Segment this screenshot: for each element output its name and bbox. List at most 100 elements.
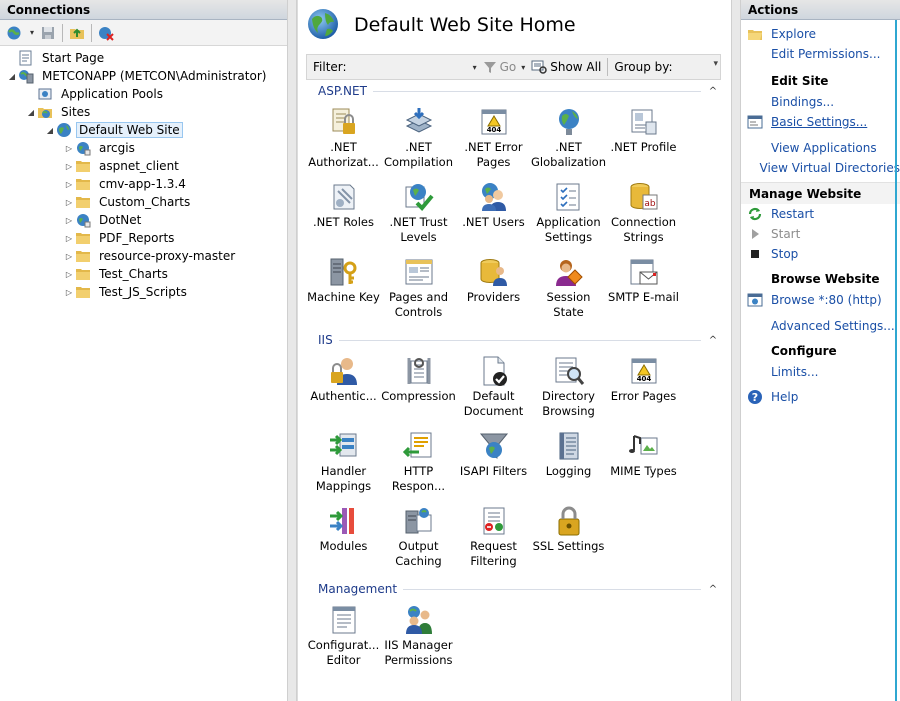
- start-link[interactable]: Start: [771, 227, 800, 241]
- feature-item[interactable]: .NET Compilation: [381, 102, 456, 175]
- browse-80-action[interactable]: Browse *:80 (http): [741, 290, 900, 310]
- feature-item[interactable]: MIME Types: [606, 426, 681, 499]
- feature-item[interactable]: .NET Trust Levels: [381, 177, 456, 250]
- connect-globe-icon[interactable]: [4, 23, 24, 43]
- feature-item[interactable]: SMTP E-mail: [606, 252, 681, 325]
- stop-action[interactable]: Stop: [741, 244, 900, 264]
- explore-action[interactable]: Explore: [741, 24, 900, 44]
- feature-item[interactable]: Authentic...: [306, 351, 381, 424]
- edit-permissions-action[interactable]: Edit Permissions...: [741, 44, 900, 64]
- tree-node[interactable]: ▷ aspnet_client: [0, 157, 287, 175]
- feature-item[interactable]: Directory Browsing: [531, 351, 606, 424]
- browse-80-link[interactable]: Browse *:80 (http): [771, 293, 882, 307]
- start-action[interactable]: Start: [741, 224, 900, 244]
- connect-dropdown-icon[interactable]: ▾: [30, 28, 34, 37]
- limits-action[interactable]: Limits...: [741, 362, 900, 382]
- basic-settings-link[interactable]: Basic Settings...: [771, 115, 867, 129]
- collapse-icon[interactable]: ^: [705, 584, 721, 595]
- feature-item[interactable]: Machine Key: [306, 252, 381, 325]
- tree-node[interactable]: ▷ PDF_Reports: [0, 229, 287, 247]
- tree-node[interactable]: ◢ METCONAPP (METCON\Administrator): [0, 67, 287, 85]
- view-virtual-directories-action[interactable]: View Virtual Directories: [741, 158, 900, 178]
- tree-node[interactable]: ◢ Default Web Site: [0, 121, 287, 139]
- tree-node[interactable]: Start Page: [0, 49, 287, 67]
- group-by-button[interactable]: Group by:: [614, 60, 672, 74]
- tree-node[interactable]: ▷ resource-proxy-master: [0, 247, 287, 265]
- expand-icon[interactable]: ▷: [63, 162, 75, 171]
- go-dropdown-icon[interactable]: ▾: [521, 63, 525, 72]
- feature-item[interactable]: Request Filtering: [456, 501, 531, 574]
- tree-node[interactable]: ◢ Sites: [0, 103, 287, 121]
- expand-icon[interactable]: ▷: [63, 198, 75, 207]
- collapse-icon[interactable]: ◢: [6, 72, 18, 81]
- left-splitter[interactable]: [287, 0, 297, 701]
- feature-item[interactable]: Pages and Controls: [381, 252, 456, 325]
- tree-node[interactable]: ▷ Custom_Charts: [0, 193, 287, 211]
- collapse-icon[interactable]: ◢: [44, 126, 56, 135]
- expand-icon[interactable]: ▷: [63, 180, 75, 189]
- feature-item[interactable]: Configurat... Editor: [306, 600, 381, 673]
- stop-link[interactable]: Stop: [771, 247, 798, 261]
- expand-icon[interactable]: ▷: [63, 234, 75, 243]
- tree-node[interactable]: ▷ Test_JS_Scripts: [0, 283, 287, 301]
- tree-node[interactable]: ▷ cmv-app-1.3.4: [0, 175, 287, 193]
- feature-item[interactable]: IIS Manager Permissions: [381, 600, 456, 673]
- feature-item[interactable]: .NET Authorizat...: [306, 102, 381, 175]
- show-all-button[interactable]: Show All: [531, 60, 601, 74]
- bindings-action[interactable]: Bindings...: [741, 92, 900, 112]
- feature-item[interactable]: ab Connection Strings: [606, 177, 681, 250]
- collapse-icon[interactable]: ◢: [25, 108, 37, 117]
- view-applications-link[interactable]: View Applications: [771, 141, 877, 155]
- feature-item[interactable]: Providers: [456, 252, 531, 325]
- expand-icon[interactable]: ▷: [63, 252, 75, 261]
- tree-node[interactable]: ▷ Test_Charts: [0, 265, 287, 283]
- feature-item[interactable]: Application Settings: [531, 177, 606, 250]
- up-folder-icon[interactable]: [67, 23, 87, 43]
- go-button[interactable]: Go ▾: [483, 60, 525, 74]
- feature-item[interactable]: Default Document: [456, 351, 531, 424]
- expand-icon[interactable]: ▷: [63, 288, 75, 297]
- help-action[interactable]: ? Help: [741, 387, 900, 407]
- limits-link[interactable]: Limits...: [771, 365, 818, 379]
- feature-item[interactable]: 404 .NET Error Pages: [456, 102, 531, 175]
- feature-item[interactable]: .NET Globalization: [531, 102, 606, 175]
- feature-item[interactable]: Session State: [531, 252, 606, 325]
- feature-item[interactable]: ISAPI Filters: [456, 426, 531, 499]
- filter-dropdown-icon[interactable]: ▾: [473, 63, 477, 72]
- feature-item[interactable]: Logging: [531, 426, 606, 499]
- feature-item[interactable]: Compression: [381, 351, 456, 424]
- advanced-settings-link[interactable]: Advanced Settings...: [771, 319, 895, 333]
- feature-item[interactable]: 404 Error Pages: [606, 351, 681, 424]
- feature-item[interactable]: .NET Users: [456, 177, 531, 250]
- restart-action[interactable]: Restart: [741, 204, 900, 224]
- feature-item[interactable]: .NET Roles: [306, 177, 381, 250]
- restart-link[interactable]: Restart: [771, 207, 814, 221]
- tree-node[interactable]: Application Pools: [0, 85, 287, 103]
- expand-icon[interactable]: ▷: [63, 216, 75, 225]
- collapse-icon[interactable]: ^: [705, 86, 721, 97]
- feature-item[interactable]: Handler Mappings: [306, 426, 381, 499]
- edit-permissions-link[interactable]: Edit Permissions...: [771, 47, 880, 61]
- bindings-link[interactable]: Bindings...: [771, 95, 834, 109]
- tree-node[interactable]: ▷ arcgis: [0, 139, 287, 157]
- save-icon[interactable]: [38, 23, 58, 43]
- right-splitter[interactable]: [731, 0, 741, 701]
- view-applications-action[interactable]: View Applications: [741, 138, 900, 158]
- disconnect-icon[interactable]: [96, 23, 116, 43]
- expand-icon[interactable]: ▷: [63, 144, 75, 153]
- advanced-settings-action[interactable]: Advanced Settings...: [741, 316, 900, 336]
- feature-item[interactable]: Modules: [306, 501, 381, 574]
- feature-item[interactable]: .NET Profile: [606, 102, 681, 175]
- toolbar-overflow-icon[interactable]: ▾: [713, 59, 718, 69]
- feature-item[interactable]: SSL Settings: [531, 501, 606, 574]
- explore-link[interactable]: Explore: [771, 27, 816, 41]
- filter-input[interactable]: [351, 58, 471, 76]
- basic-settings-action[interactable]: Basic Settings...: [741, 112, 900, 132]
- feature-item[interactable]: HTTP Respon...: [381, 426, 456, 499]
- feature-item[interactable]: Output Caching: [381, 501, 456, 574]
- expand-icon[interactable]: ▷: [63, 270, 75, 279]
- tree-node[interactable]: ▷ DotNet: [0, 211, 287, 229]
- help-link[interactable]: Help: [771, 390, 798, 404]
- view-virtual-directories-link[interactable]: View Virtual Directories: [760, 161, 900, 175]
- collapse-icon[interactable]: ^: [705, 335, 721, 346]
